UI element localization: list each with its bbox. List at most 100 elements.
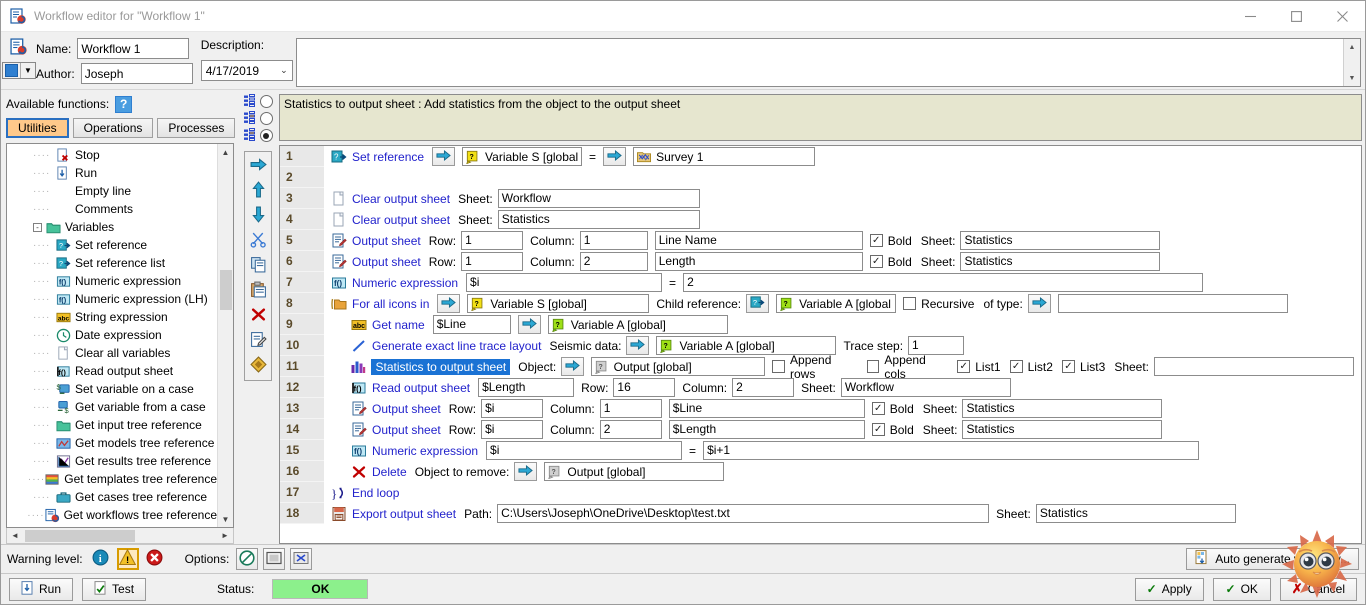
command-label[interactable]: Set reference [352, 150, 424, 164]
workflow-row[interactable]: 5 Output sheet Row: 1 Column: 1 Line Name ✓ Bold… [280, 230, 1361, 251]
pick-seismic-data-button[interactable] [626, 336, 650, 355]
workflow-row[interactable]: 13 Output sheet Row: $i Column: 1 $Line ✓ Bold Sh… [280, 398, 1361, 419]
variable-input[interactable]: $i [486, 441, 683, 460]
checkbox-box[interactable] [903, 297, 917, 310]
tab-processes[interactable]: Processes [157, 118, 236, 138]
move-up-button[interactable] [246, 179, 270, 203]
info-level-button[interactable]: i [89, 548, 112, 570]
expression-input[interactable]: $i+1 [703, 441, 1200, 460]
sheet-name-input[interactable] [1154, 357, 1354, 376]
move-down-button[interactable] [246, 204, 270, 228]
workflow-row[interactable]: 15 f() Numeric expression $i = $i+1 [280, 440, 1361, 461]
tree-item-empty-line[interactable]: ···· Empty line [7, 182, 217, 200]
checkbox-box[interactable]: ✓ [869, 234, 883, 247]
scroll-up-icon[interactable]: ▲ [218, 144, 234, 160]
command-label[interactable]: Numeric expression [372, 444, 478, 458]
tree-item-variables[interactable]: - Variables [7, 218, 217, 236]
recursive-checkbox[interactable]: Recursive [903, 297, 974, 311]
tree-item-read-output-sheet[interactable]: ···· f() Read output sheet [7, 362, 217, 380]
pick-child-reference-button[interactable]: ? [746, 294, 770, 313]
bold-checkbox[interactable]: ✓ Bold [869, 255, 912, 269]
apply-button[interactable]: ✓ Apply [1134, 577, 1204, 601]
list2-checkbox[interactable]: ✓ List2 [1009, 360, 1053, 374]
pick-reference-button[interactable] [432, 147, 456, 166]
workflow-row[interactable]: 4 Clear output sheet Sheet: Statistics [280, 209, 1361, 230]
column-input[interactable]: 2 [579, 252, 648, 271]
tree-item-clear-all-variables[interactable]: ···· Clear all variables [7, 344, 217, 362]
description-scrollbar[interactable]: ▲ ▼ [1343, 39, 1360, 86]
description-textarea[interactable]: ▲ ▼ [295, 38, 1361, 87]
workflow-step-list[interactable]: 1? Set reference? Variable S [global = Surve… [279, 145, 1362, 544]
output-global-ref[interactable]: ? Output [global] [544, 462, 725, 481]
value-input[interactable]: $Length [668, 420, 865, 439]
workflow-row[interactable]: 17} End loop [280, 482, 1361, 503]
name-input[interactable] [77, 38, 190, 59]
insert-button[interactable] [246, 154, 270, 178]
workflow-row[interactable]: 2 [280, 167, 1361, 188]
scroll-thumb[interactable] [25, 529, 135, 542]
view-mode-2[interactable] [243, 110, 273, 126]
fullscreen-option-button[interactable] [263, 548, 286, 570]
tree-vertical-scrollbar[interactable]: ▲ ▼ [217, 144, 233, 527]
command-label[interactable]: Output sheet [352, 255, 421, 269]
output-global-ref[interactable]: ? Output [global] [590, 357, 766, 376]
value-input[interactable]: Line Name [654, 231, 863, 250]
tab-utilities[interactable]: Utilities [6, 118, 69, 138]
command-label[interactable]: Statistics to output sheet [371, 358, 511, 375]
tree-item-comments[interactable]: ···· Comments [7, 200, 217, 218]
workflow-row[interactable]: 1? Set reference? Variable S [global = Surve… [280, 146, 1361, 167]
pick-type-button[interactable] [1027, 294, 1051, 313]
checkbox-box[interactable] [772, 360, 786, 373]
close-option-button[interactable] [290, 548, 313, 570]
workflow-row[interactable]: 7 f() Numeric expression $i = 2 [280, 272, 1361, 293]
row-input[interactable]: 1 [461, 231, 524, 250]
paste-button[interactable] [246, 279, 270, 303]
variable-input[interactable]: $i [466, 273, 663, 292]
date-dropdown[interactable]: 4/17/2019 ⌄ [200, 60, 293, 81]
workflow-row[interactable]: 8 For all icons in? Variable S [global] Chi… [280, 293, 1361, 314]
command-label[interactable]: Output sheet [372, 423, 441, 437]
copy-button[interactable] [246, 254, 270, 278]
list1-checkbox[interactable]: ✓ List1 [957, 360, 1001, 374]
checkbox-box[interactable]: ✓ [957, 360, 971, 373]
bold-checkbox[interactable]: ✓ Bold [871, 423, 914, 437]
row-input[interactable]: $i [481, 399, 544, 418]
sheet-name-input[interactable]: Statistics [1035, 504, 1236, 523]
scroll-thumb[interactable] [219, 270, 232, 310]
no-entry-option-button[interactable] [236, 548, 259, 570]
export-path-input[interactable]: C:\Users\Joseph\OneDrive\Desktop\test.tx… [497, 504, 990, 523]
command-label[interactable]: Numeric expression [352, 276, 458, 290]
tree-item-get-templates-tree-reference[interactable]: ···· Get templates tree reference [7, 470, 217, 488]
workflow-row[interactable]: 11 Statistics to output sheet Object:? Outp… [280, 353, 1361, 381]
workflow-row[interactable]: 14 Output sheet Row: $i Column: 2 $Length ✓ Bold… [280, 419, 1361, 440]
column-input[interactable]: 2 [732, 378, 795, 397]
tree-item-numeric-expression-lh-[interactable]: ···· f() Numeric expression (LH) [7, 290, 217, 308]
expression-input[interactable]: 2 [683, 273, 1204, 292]
scroll-left-icon[interactable]: ◄ [7, 531, 23, 540]
tree-item-get-input-tree-reference[interactable]: ···· Get input tree reference [7, 416, 217, 434]
workflow-row[interactable]: 3 Clear output sheet Sheet: Workflow [280, 188, 1361, 209]
pick-object-button[interactable] [603, 147, 627, 166]
value-input[interactable]: Length [654, 252, 863, 271]
bold-checkbox[interactable]: ✓ Bold [871, 402, 914, 416]
bold-checkbox[interactable]: ✓ Bold [869, 234, 912, 248]
tree-item-get-workflows-tree-reference[interactable]: ···· Get workflows tree reference [7, 506, 217, 524]
tree-item-string-expression[interactable]: ···· abc String expression [7, 308, 217, 326]
sheet-name-input[interactable]: Statistics [960, 231, 1161, 250]
command-label[interactable]: Output sheet [352, 234, 421, 248]
checkbox-box[interactable]: ✓ [871, 402, 885, 415]
command-label[interactable]: Output sheet [372, 402, 441, 416]
workflow-row[interactable]: 9 abc Get name $Line? Variable A [global] [280, 314, 1361, 335]
test-button[interactable]: Test [82, 577, 147, 601]
column-input[interactable]: 1 [599, 399, 662, 418]
view-mode-radio[interactable] [259, 112, 273, 125]
cut-button[interactable] [246, 229, 270, 253]
workflow-row[interactable]: 12 f() Read output sheet $Length Row: 16 Colum… [280, 377, 1361, 398]
auto-generate-workflow-button[interactable]: Auto generate workflow... [1186, 548, 1359, 570]
tab-operations[interactable]: Operations [72, 118, 154, 138]
sheet-name-input[interactable]: Statistics [962, 420, 1163, 439]
tree-item-set-reference-list[interactable]: ····? Set reference list [7, 254, 217, 272]
value-input[interactable]: $Line [668, 399, 865, 418]
survey-object-ref[interactable]: Survey 1 [633, 147, 816, 166]
cancel-button[interactable]: ✗ Cancel [1279, 577, 1357, 601]
